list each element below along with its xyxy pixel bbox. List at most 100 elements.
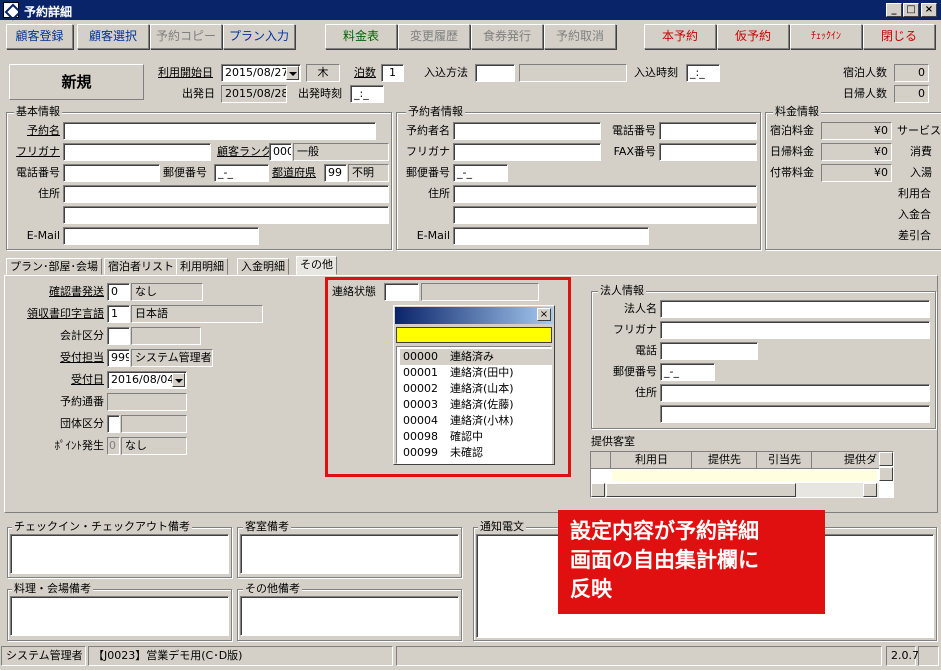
- prefecture-label[interactable]: 都道府県: [272, 164, 316, 182]
- plan-input-button[interactable]: プラン入力: [223, 24, 295, 49]
- list-item[interactable]: 00001 連絡済(田中): [400, 365, 552, 381]
- received-date-label[interactable]: 受付日: [40, 371, 104, 389]
- reservation-name-label[interactable]: 予約名: [20, 122, 60, 140]
- kana-field[interactable]: [63, 143, 211, 161]
- tab-other[interactable]: その他: [296, 256, 337, 275]
- booker-fax-field[interactable]: [659, 143, 757, 161]
- departure-time-field[interactable]: _:_: [350, 85, 384, 103]
- tab-usage-details[interactable]: 利用明細: [176, 258, 228, 275]
- email-field[interactable]: [63, 227, 259, 245]
- scroll-left-button[interactable]: [591, 483, 605, 497]
- reservation-cancel-button[interactable]: 予約取消: [544, 24, 616, 49]
- list-item[interactable]: 00002 連絡済(山本): [400, 381, 552, 397]
- confirm-send-name: なし: [131, 283, 203, 301]
- customer-register-button[interactable]: 顧客登録: [6, 24, 73, 49]
- reservation-copy-button[interactable]: 予約コピー: [150, 24, 222, 49]
- reception-staff-label[interactable]: 受付担当: [40, 349, 104, 367]
- booker-name-field[interactable]: [453, 122, 601, 140]
- phone-field[interactable]: [63, 164, 160, 182]
- receipt-language-label[interactable]: 領収書印字言語: [12, 305, 104, 323]
- booker-fax-label: FAX番号: [613, 145, 656, 158]
- contact-status-popup: × 00000 連絡済み 00001 連絡済(田中) 00002 連絡済(山本) 00…: [393, 305, 555, 465]
- reservation-name-field[interactable]: [63, 122, 376, 140]
- reservation-number-label: 予約通番: [60, 395, 104, 408]
- cuisine-memo-field[interactable]: [10, 596, 229, 636]
- nights-field[interactable]: 1: [381, 64, 404, 82]
- tab-payment-details[interactable]: 入金明細: [237, 258, 289, 275]
- received-date-field[interactable]: 2016/08/04: [107, 371, 187, 389]
- zip-label: 郵便番号: [163, 166, 207, 179]
- list-item[interactable]: 00000 連絡済み: [400, 349, 552, 365]
- scroll-thumb[interactable]: [606, 483, 796, 497]
- column-header[interactable]: 利用日: [612, 452, 692, 469]
- change-history-button[interactable]: 変更履歴: [398, 24, 470, 49]
- tentative-reservation-button[interactable]: 仮予約: [717, 24, 789, 49]
- column-header[interactable]: 提供ダ: [813, 452, 879, 469]
- status-label: 新規: [9, 64, 144, 100]
- list-item[interactable]: 00003 連絡済(佐藤): [400, 397, 552, 413]
- start-date-label[interactable]: 利用開始日: [158, 64, 213, 82]
- booker-email-field[interactable]: [453, 227, 649, 245]
- customer-select-button[interactable]: 顧客選択: [77, 24, 149, 49]
- horizontal-scrollbar[interactable]: [591, 483, 879, 497]
- address-field-1[interactable]: [63, 185, 389, 203]
- booker-zip-field[interactable]: _-_: [453, 164, 508, 182]
- column-header[interactable]: 引当先: [758, 452, 812, 469]
- maximize-button[interactable]: □: [903, 3, 919, 17]
- room-memo-field[interactable]: [240, 534, 459, 574]
- column-header[interactable]: 提供先: [693, 452, 757, 469]
- booker-phone-field[interactable]: [659, 122, 757, 140]
- table-row[interactable]: [612, 470, 877, 481]
- popup-close-button[interactable]: ×: [537, 308, 551, 321]
- corp-name-field[interactable]: [660, 300, 930, 318]
- customer-rank-label[interactable]: 顧客ランク: [217, 143, 272, 161]
- fee-info-title: 料金情報: [773, 105, 821, 118]
- chevron-down-icon[interactable]: [172, 373, 185, 387]
- tab-guest-list[interactable]: 宿泊者リスト: [104, 258, 178, 275]
- chevron-down-icon[interactable]: [286, 66, 299, 80]
- list-item[interactable]: 00098 確認中: [400, 429, 552, 445]
- close-button[interactable]: 閉じる: [863, 24, 935, 49]
- nights-label[interactable]: 泊数: [354, 64, 376, 82]
- receipt-language-code[interactable]: 1: [107, 305, 130, 323]
- meal-ticket-button[interactable]: 食券発行: [471, 24, 543, 49]
- zip-field[interactable]: _-_: [214, 164, 269, 182]
- tab-plan-room-venue[interactable]: プラン･部屋･会場: [6, 258, 102, 275]
- scroll-up-button[interactable]: [879, 452, 893, 466]
- booker-address-field-1[interactable]: [453, 185, 757, 203]
- corp-address-field-2[interactable]: [660, 405, 930, 423]
- start-date-field[interactable]: 2015/08/27: [221, 64, 301, 82]
- address-field-2[interactable]: [63, 206, 389, 224]
- prefecture-code[interactable]: 99: [324, 164, 347, 182]
- close-window-button[interactable]: ×: [921, 3, 937, 17]
- corp-phone-field[interactable]: [660, 342, 758, 360]
- corp-kana-field[interactable]: [660, 321, 930, 339]
- account-class-code[interactable]: [107, 327, 130, 345]
- list-item[interactable]: 00004 連絡済(小林): [400, 413, 552, 429]
- check-in-button[interactable]: ﾁｪｯｸｲﾝ: [790, 24, 862, 49]
- group-class-code[interactable]: [107, 415, 120, 433]
- contact-status-code[interactable]: [384, 283, 419, 301]
- checkin-memo-field[interactable]: [10, 534, 229, 574]
- entry-method-field[interactable]: [475, 64, 515, 82]
- corp-zip-label: 郵便番号: [613, 365, 657, 378]
- booker-kana-field[interactable]: [453, 143, 601, 161]
- scroll-right-button[interactable]: [863, 483, 877, 497]
- popup-search-input[interactable]: [396, 327, 552, 343]
- customer-rank-code[interactable]: 000: [269, 143, 292, 161]
- basic-info-title: 基本情報: [14, 105, 62, 118]
- price-table-button[interactable]: 料金表: [325, 24, 397, 49]
- reception-staff-code[interactable]: 999: [107, 349, 130, 367]
- confirm-send-label[interactable]: 確認書発送: [20, 283, 104, 301]
- kana-label[interactable]: フリガナ: [10, 143, 60, 161]
- confirm-send-code[interactable]: 0: [107, 283, 130, 301]
- corp-address-field-1[interactable]: [660, 384, 930, 402]
- main-reservation-button[interactable]: 本予約: [644, 24, 716, 49]
- other-memo-field[interactable]: [240, 596, 459, 636]
- booker-address-field-2[interactable]: [453, 206, 757, 224]
- scroll-down-button[interactable]: [879, 467, 893, 481]
- entry-time-field[interactable]: _:_: [686, 64, 720, 82]
- list-item[interactable]: 00099 未確認: [400, 445, 552, 461]
- corp-zip-field[interactable]: _-_: [660, 363, 715, 381]
- minimize-button[interactable]: _: [886, 3, 902, 17]
